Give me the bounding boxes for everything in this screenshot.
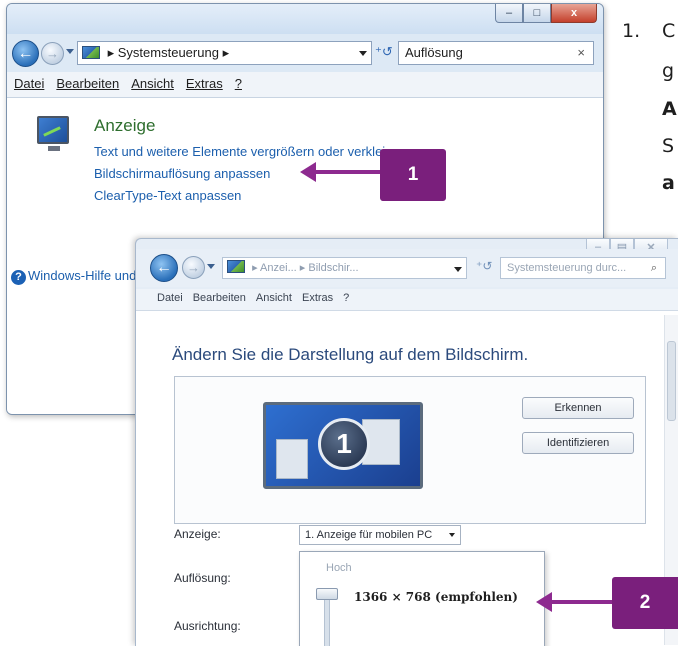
display-label: Anzeige: xyxy=(174,527,221,541)
display-icon xyxy=(37,116,69,151)
navigation-bar: ← → ▸ Anzei... ▸ Bildschir... ⁺↺ Systems… xyxy=(136,249,678,287)
address-dropdown-icon[interactable] xyxy=(454,267,462,272)
address-bar[interactable]: ▸ Systemsteuerung ▸ xyxy=(77,41,372,65)
orientation-label: Ausrichtung: xyxy=(174,619,241,633)
menu-datei[interactable]: Datei xyxy=(14,76,44,97)
control-panel-icon xyxy=(82,46,100,59)
forward-arrow-icon[interactable]: → xyxy=(41,42,64,65)
resolution-label: Auflösung: xyxy=(174,571,231,585)
callout-1: 1 xyxy=(380,149,446,201)
instruction-line-1: C xyxy=(662,20,676,42)
link-screen-resolution[interactable]: Bildschirmauflösung anpassen xyxy=(94,166,270,181)
address-separator-icon[interactable]: ▸ xyxy=(223,45,230,60)
minimize-button[interactable]: – xyxy=(495,4,523,23)
maximize-button[interactable]: □ xyxy=(523,4,551,23)
search-input[interactable]: Systemsteuerung durc... ⌕ xyxy=(500,257,666,279)
forward-arrow-icon[interactable]: → xyxy=(182,256,205,279)
screen-resolution-window: – ▤ ✕ ← → ▸ Anzei... ▸ Bildschir... ⁺↺ S… xyxy=(135,238,678,646)
instruction-line-3: A xyxy=(662,98,677,120)
menu-bar: Datei Bearbeiten Ansicht Extras ? xyxy=(136,289,678,311)
back-arrow-icon[interactable]: ← xyxy=(12,40,39,67)
address-dropdown-icon[interactable] xyxy=(359,51,367,56)
menu-ansicht[interactable]: Ansicht xyxy=(131,76,174,97)
display-select-value: 1. Anzeige für mobilen PC xyxy=(305,529,433,541)
resolution-slider-track[interactable] xyxy=(324,596,330,646)
link-cleartype[interactable]: ClearType-Text anpassen xyxy=(94,188,241,203)
address-bar[interactable]: ▸ Anzei... ▸ Bildschir... xyxy=(222,257,467,279)
resolution-slider-handle[interactable] xyxy=(316,588,338,600)
display-settings-panel: Ändern Sie die Darstellung auf dem Bilds… xyxy=(136,311,678,646)
caption-buttons: – □ x xyxy=(495,4,597,23)
resolution-dropdown-popup: Hoch 1366 × 768 (empfohlen) xyxy=(299,551,545,646)
address-separator-icon[interactable]: ▸ xyxy=(252,262,260,274)
search-icon[interactable]: ⌕ xyxy=(651,258,657,278)
navigation-bar: ← → ▸ Systemsteuerung ▸ ⁺↺ Auflösung × xyxy=(7,34,603,72)
search-placeholder: Systemsteuerung durc... xyxy=(507,262,627,274)
menu-extras[interactable]: Extras xyxy=(302,292,333,310)
monitor-number-badge: 1 xyxy=(318,418,370,470)
address-crumb[interactable]: Systemsteuerung xyxy=(118,45,219,60)
clear-search-icon[interactable]: × xyxy=(577,42,585,64)
refresh-icon[interactable]: ⁺↺ xyxy=(476,259,492,273)
result-title[interactable]: Anzeige xyxy=(94,116,155,136)
menu-bearbeiten[interactable]: Bearbeiten xyxy=(56,76,119,97)
instruction-line-4: S xyxy=(662,135,675,157)
display-preview: 1 Erkennen Identifizieren xyxy=(174,376,646,524)
search-value: Auflösung xyxy=(405,45,463,60)
menu-help[interactable]: ? xyxy=(343,292,349,310)
recent-pages-dropdown-icon[interactable] xyxy=(66,49,74,54)
menu-ansicht[interactable]: Ansicht xyxy=(256,292,292,310)
display-select[interactable]: 1. Anzeige für mobilen PC xyxy=(299,525,461,545)
menu-help[interactable]: ? xyxy=(235,76,242,97)
window-thumbnail xyxy=(276,439,308,479)
monitor-icon[interactable]: 1 xyxy=(263,402,423,489)
identify-button[interactable]: Identifizieren xyxy=(522,432,634,454)
menu-bearbeiten[interactable]: Bearbeiten xyxy=(193,292,246,310)
slider-high-label: Hoch xyxy=(326,562,352,574)
menu-bar: Datei Bearbeiten Ansicht Extras ? xyxy=(7,72,603,98)
address-crumb-1[interactable]: Anzei... xyxy=(260,262,297,274)
instruction-line-5: a xyxy=(662,172,675,194)
address-separator-icon[interactable]: ▸ xyxy=(108,45,118,60)
instruction-number: 1. xyxy=(622,20,641,42)
control-panel-icon xyxy=(227,260,245,273)
close-button[interactable]: x xyxy=(551,4,597,23)
chevron-down-icon[interactable] xyxy=(449,533,455,537)
instruction-line-2: g xyxy=(662,60,675,82)
menu-extras[interactable]: Extras xyxy=(186,76,223,97)
link-text-size[interactable]: Text und weitere Elemente vergrößern ode… xyxy=(94,144,411,159)
refresh-icon[interactable]: ⁺↺ xyxy=(375,44,393,60)
scrollbar-thumb[interactable] xyxy=(667,341,676,421)
detect-button[interactable]: Erkennen xyxy=(522,397,634,419)
address-crumb-2[interactable]: Bildschir... xyxy=(308,262,358,274)
search-input[interactable]: Auflösung × xyxy=(398,41,594,65)
menu-datei[interactable]: Datei xyxy=(157,292,183,310)
callout-arrow-2 xyxy=(536,592,614,612)
callout-arrow-1 xyxy=(300,162,382,182)
resolution-value: 1366 × 768 (empfohlen) xyxy=(354,590,518,604)
help-icon: ? xyxy=(11,270,26,285)
page-title: Ändern Sie die Darstellung auf dem Bilds… xyxy=(172,345,529,364)
recent-pages-dropdown-icon[interactable] xyxy=(207,264,215,269)
back-arrow-icon[interactable]: ← xyxy=(150,254,178,282)
callout-2: 2 xyxy=(612,577,678,629)
